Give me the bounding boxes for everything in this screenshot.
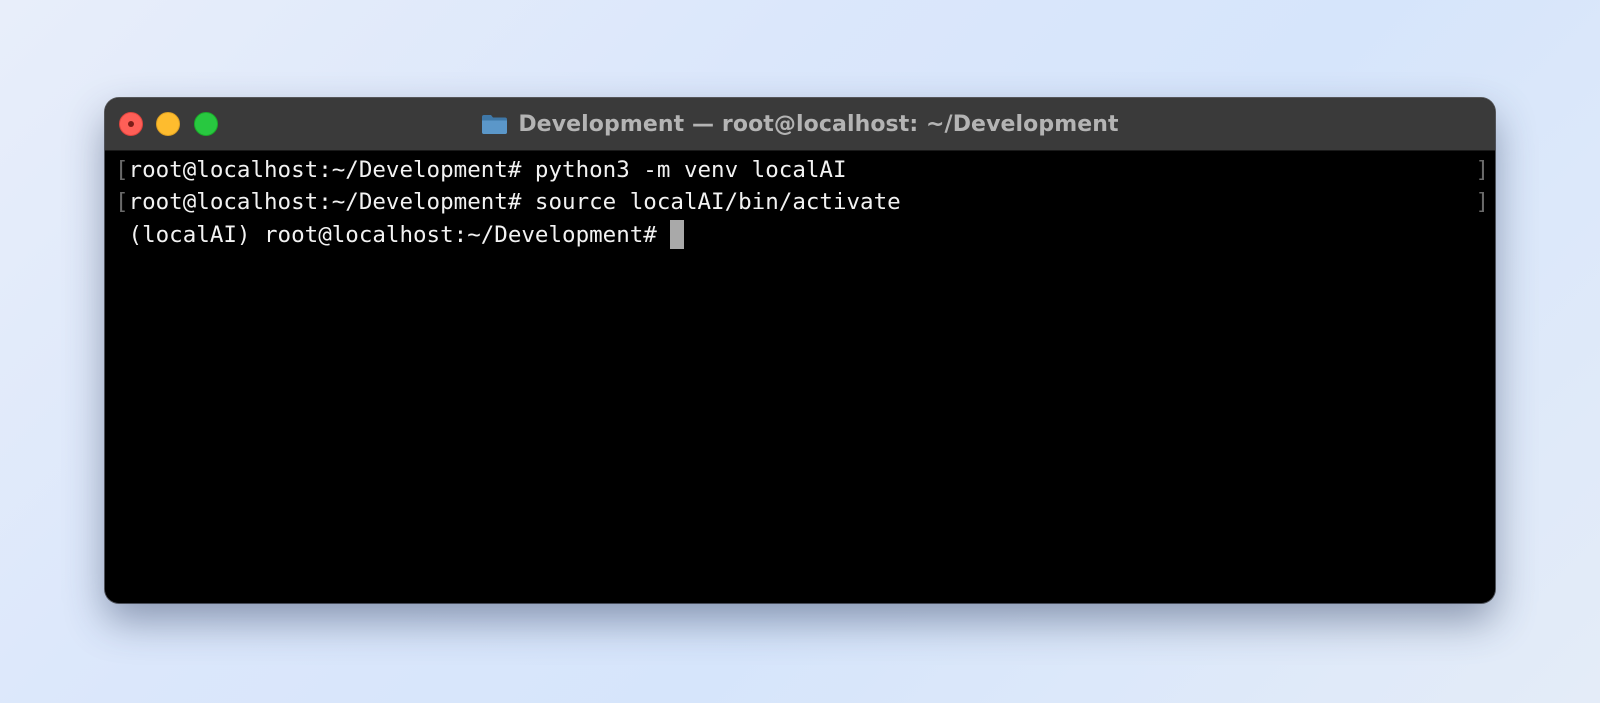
terminal-window: Development — root@localhost: ~/Developm… bbox=[105, 98, 1495, 603]
line-bracket-right: ] bbox=[1475, 189, 1489, 215]
shell-prompt: (localAI) root@localhost:~/Development# bbox=[128, 222, 657, 248]
title-bar[interactable]: Development — root@localhost: ~/Developm… bbox=[105, 98, 1495, 151]
shell-prompt: root@localhost:~/Development# bbox=[128, 189, 522, 215]
line-bracket-left: [ bbox=[115, 189, 129, 215]
shell-prompt: root@localhost:~/Development# bbox=[128, 157, 522, 183]
terminal-line: [root@localhost:~/Development# source lo… bbox=[115, 186, 901, 218]
text-cursor bbox=[670, 219, 685, 249]
terminal-line: [root@localhost:~/Development# python3 -… bbox=[115, 154, 847, 186]
line-bracket-right: ] bbox=[1475, 157, 1489, 183]
folder-icon bbox=[481, 113, 508, 135]
terminal-line-active[interactable]: (localAI) root@localhost:~/Development# bbox=[115, 219, 685, 251]
command-text: source localAI/bin/activate bbox=[521, 189, 901, 215]
window-title-group: Development — root@localhost: ~/Developm… bbox=[105, 98, 1495, 150]
window-title: Development — root@localhost: ~/Developm… bbox=[518, 111, 1119, 137]
command-text: python3 -m venv localAI bbox=[521, 157, 847, 183]
line-bracket-left: [ bbox=[115, 157, 129, 183]
command-input[interactable] bbox=[657, 222, 671, 248]
terminal-output[interactable]: [root@localhost:~/Development# python3 -… bbox=[105, 151, 1495, 603]
